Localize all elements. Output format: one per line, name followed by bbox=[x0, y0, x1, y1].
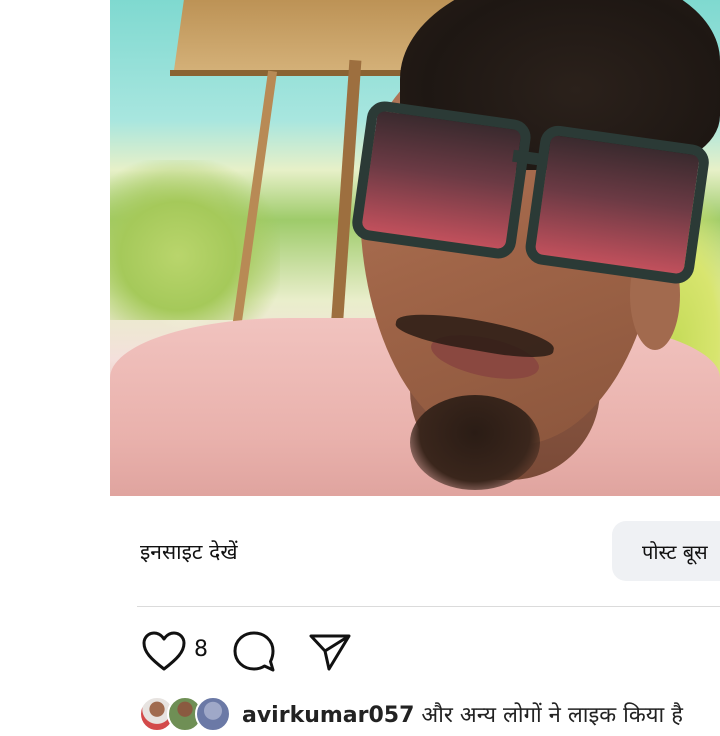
send-icon[interactable] bbox=[307, 629, 353, 675]
liked-by-username[interactable]: avirkumar057 bbox=[242, 703, 414, 728]
photo-beard bbox=[410, 395, 540, 490]
liked-by-suffix: और अन्य लोगों ने लाइक किया है bbox=[414, 703, 683, 728]
post-photo[interactable] bbox=[110, 0, 720, 496]
sunglasses-lens bbox=[349, 99, 533, 261]
view-insights-link[interactable]: इनसाइट देखें bbox=[140, 538, 238, 566]
avatar bbox=[195, 696, 231, 732]
comment-icon[interactable] bbox=[231, 629, 277, 675]
liker-avatars[interactable] bbox=[139, 696, 231, 736]
divider bbox=[137, 606, 720, 607]
sunglasses-lens bbox=[523, 123, 712, 286]
boost-post-button[interactable]: पोस्ट बूस bbox=[612, 521, 720, 581]
heart-icon[interactable] bbox=[141, 629, 187, 675]
like-count[interactable]: 8 bbox=[194, 637, 208, 662]
liked-by-text[interactable]: avirkumar057 और अन्य लोगों ने लाइक किया … bbox=[242, 699, 683, 729]
